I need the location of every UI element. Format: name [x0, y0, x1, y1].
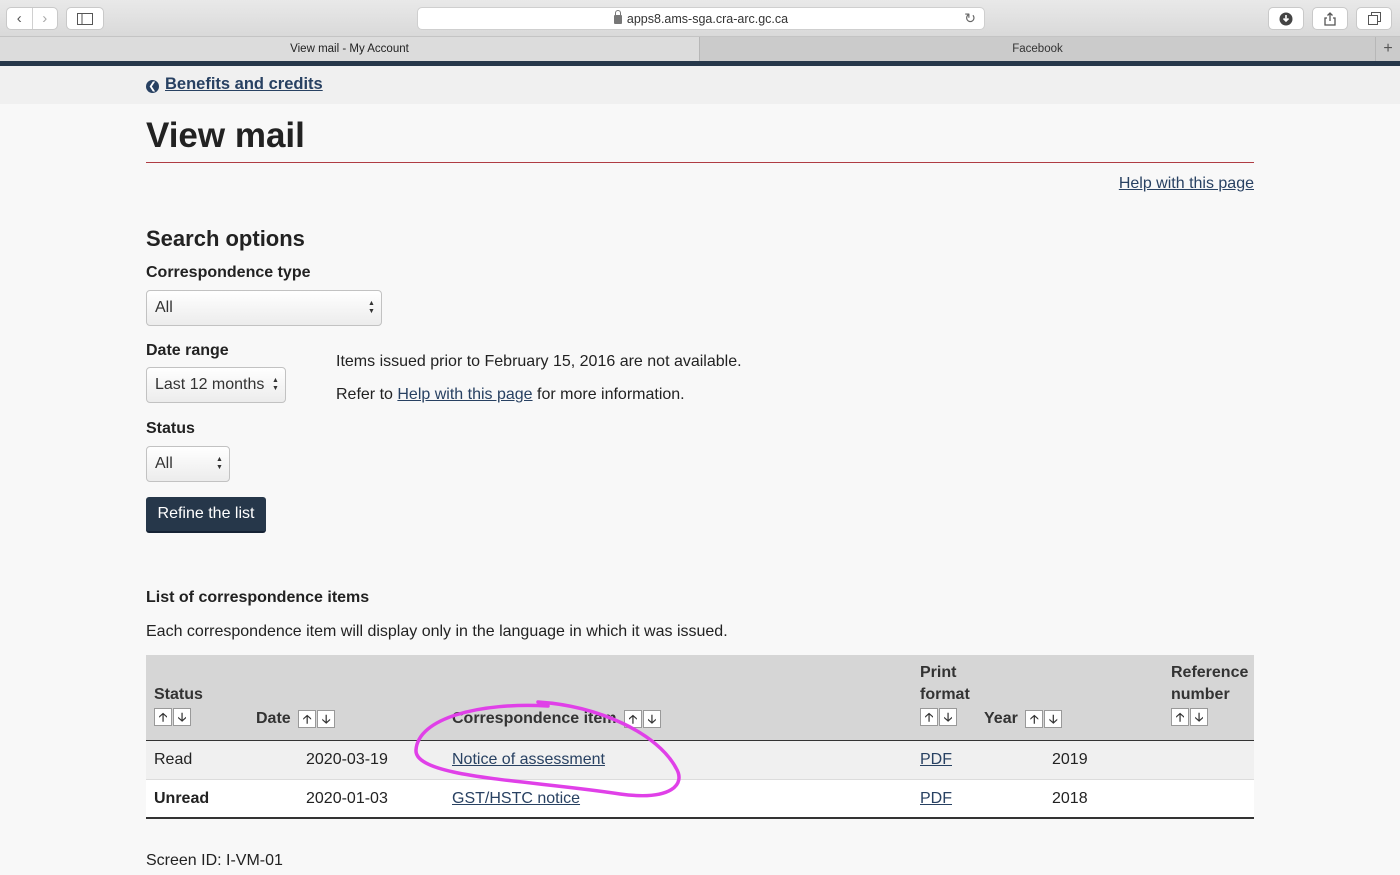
new-tab-icon[interactable]: +	[1375, 37, 1400, 61]
col-print-format: Print format 🡡 🡣	[920, 662, 970, 728]
row-year: 2019	[1052, 751, 1088, 768]
sort-desc-icon[interactable]: 🡣	[1190, 707, 1208, 726]
help-reference-link[interactable]: Help with this page	[397, 386, 532, 403]
col-ref-label-2: number	[1171, 686, 1230, 703]
col-format-label-1: Print	[920, 664, 957, 681]
row-year: 2018	[1052, 790, 1088, 807]
sort-asc-icon[interactable]: 🡡	[298, 709, 317, 728]
col-date: Date 🡡 🡣	[256, 708, 336, 730]
col-year-label: Year	[984, 710, 1018, 727]
col-year: Year 🡡 🡣	[984, 708, 1063, 730]
sort-desc-icon[interactable]: 🡣	[939, 707, 957, 726]
tab-facebook[interactable]: Facebook	[700, 37, 1375, 61]
date-range-select[interactable]: Last 12 months ▲ ▼	[146, 367, 286, 403]
table-header: Status 🡡 🡣 Date 🡡 🡣 Correspondence item 🡡 🡣…	[146, 655, 1254, 741]
downloads-icon[interactable]	[1268, 7, 1304, 30]
address-bar[interactable]: apps8.ams-sga.cra-arc.gc.ca ↻	[417, 7, 985, 30]
chevron-left-icon: ❮	[146, 80, 159, 93]
sort-asc-icon[interactable]: 🡡	[1025, 709, 1044, 728]
table-row: Unread 2020-01-03 GST/HSTC notice PDF 20…	[146, 780, 1254, 819]
row-pdf-link[interactable]: PDF	[920, 751, 952, 769]
list-heading: List of correspondence items	[146, 589, 370, 606]
help-reference-prefix: Refer to	[336, 386, 393, 403]
back-icon[interactable]: ‹	[7, 8, 32, 29]
page-title: View mail	[146, 116, 305, 155]
sort-asc-icon[interactable]: 🡡	[920, 707, 938, 726]
status-value: All	[155, 455, 173, 472]
correspondence-table: Status 🡡 🡣 Date 🡡 🡣 Correspondence item 🡡 🡣…	[146, 655, 1254, 819]
status-label: Status	[146, 420, 195, 437]
col-status-label: Status	[154, 686, 203, 703]
row-item-link[interactable]: GST/HSTC notice	[452, 790, 580, 808]
sort-reference: 🡡 🡣	[1171, 707, 1208, 726]
share-icon[interactable]	[1312, 7, 1348, 30]
sort-desc-icon[interactable]: 🡣	[317, 709, 336, 728]
correspondence-type-value: All	[155, 299, 173, 316]
title-divider	[146, 162, 1254, 163]
sidebar-toggle-icon[interactable]	[66, 7, 104, 30]
row-pdf-link[interactable]: PDF	[920, 790, 952, 808]
help-reference-suffix: for more information.	[537, 386, 685, 403]
select-arrows-icon: ▲ ▼	[368, 300, 375, 315]
nav-buttons: ‹ ›	[6, 7, 58, 30]
row-item-link[interactable]: Notice of assessment	[452, 751, 605, 769]
col-item-label: Correspondence item	[452, 710, 617, 727]
screen-id: Screen ID: I-VM-01	[146, 852, 283, 869]
availability-note: Items issued prior to February 15, 2016 …	[336, 353, 742, 370]
date-range-label: Date range	[146, 342, 229, 359]
lock-icon	[613, 10, 622, 24]
sort-asc-icon[interactable]: 🡡	[1171, 707, 1189, 726]
tab-view-mail[interactable]: View mail - My Account	[0, 37, 700, 61]
row-status: Unread	[154, 790, 210, 807]
sort-format: 🡡 🡣	[920, 707, 957, 726]
help-reference: Refer to Help with this page for more in…	[336, 386, 685, 404]
help-link[interactable]: Help with this page	[1119, 175, 1254, 193]
browser-toolbar: ‹ › apps8.ams-sga.cra-arc.gc.ca ↻	[0, 0, 1400, 37]
refine-list-button[interactable]: Refine the list	[146, 497, 266, 533]
breadcrumb-link[interactable]: Benefits and credits	[165, 75, 323, 94]
tab-bar: View mail - My Account Facebook +	[0, 37, 1400, 61]
sort-year: 🡡 🡣	[1025, 709, 1063, 728]
col-date-label: Date	[256, 710, 291, 727]
sort-item: 🡡 🡣	[623, 709, 661, 728]
sort-desc-icon[interactable]: 🡣	[1044, 709, 1063, 728]
sort-status: 🡡 🡣	[154, 707, 191, 726]
sort-desc-icon[interactable]: 🡣	[642, 709, 661, 728]
sort-date: 🡡 🡣	[298, 709, 336, 728]
col-ref-label-1: Reference	[1171, 664, 1249, 681]
sort-desc-icon[interactable]: 🡣	[173, 707, 191, 726]
row-date: 2020-03-19	[306, 751, 388, 768]
select-arrows-icon: ▲ ▼	[272, 377, 279, 392]
search-options-heading: Search options	[146, 226, 305, 251]
url-text: apps8.ams-sga.cra-arc.gc.ca	[626, 11, 789, 26]
list-description: Each correspondence item will display on…	[146, 623, 728, 640]
reload-icon[interactable]: ↻	[964, 10, 976, 27]
forward-icon[interactable]: ›	[31, 8, 58, 29]
sort-asc-icon[interactable]: 🡡	[154, 707, 172, 726]
row-date: 2020-01-03	[306, 790, 388, 807]
date-range-value: Last 12 months	[155, 376, 265, 393]
table-row: Read 2020-03-19 Notice of assessment PDF…	[146, 741, 1254, 780]
sort-asc-icon[interactable]: 🡡	[623, 709, 642, 728]
tabs-overview-icon[interactable]	[1356, 7, 1392, 30]
col-status: Status 🡡 🡣	[154, 684, 203, 728]
col-reference-number: Reference number 🡡 🡣	[1171, 662, 1248, 728]
col-format-label-2: format	[920, 686, 970, 703]
col-correspondence-item: Correspondence item 🡡 🡣	[452, 708, 661, 730]
correspondence-type-select[interactable]: All ▲ ▼	[146, 290, 382, 326]
breadcrumb[interactable]: ❮ Benefits and credits	[146, 75, 323, 94]
status-select[interactable]: All ▲ ▼	[146, 446, 230, 482]
row-status: Read	[154, 751, 193, 768]
select-arrows-icon: ▲ ▼	[216, 456, 223, 471]
correspondence-type-label: Correspondence type	[146, 264, 311, 281]
